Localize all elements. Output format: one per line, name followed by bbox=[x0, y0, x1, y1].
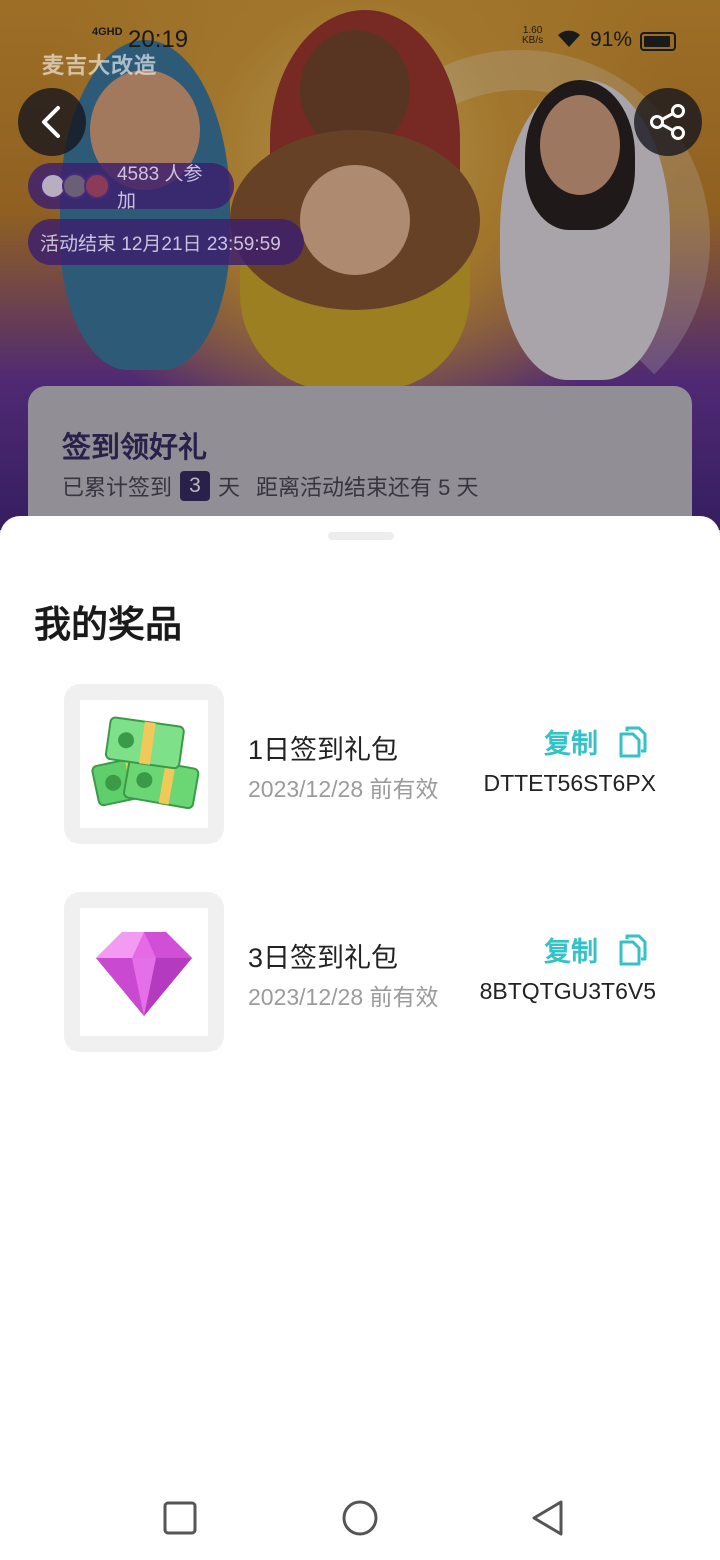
chevron-left-icon bbox=[42, 106, 60, 138]
brand-logo: 麦吉大改造 bbox=[42, 53, 158, 78]
prize-item: 1日签到礼包 2023/12/28 前有效 DTTET56ST6PX 复制 bbox=[64, 684, 664, 844]
back-button[interactable] bbox=[18, 88, 86, 156]
prize-expiry: 2023/12/28 前有效 bbox=[248, 984, 439, 1010]
participants-count: 4583 人参加 bbox=[116, 164, 203, 212]
prize-thumbnail bbox=[64, 684, 224, 844]
prize-expiry: 2023/12/28 前有效 bbox=[248, 776, 439, 802]
screen: 签到领好礼 已累计签到 3 天 距离活动结束还有 5 天 4GHD 20:19 … bbox=[0, 0, 720, 1560]
prize-redeem-code: 8BTQTGU3T6V5 bbox=[479, 978, 656, 1004]
battery-percentage: 91% bbox=[590, 28, 633, 51]
copy-icon bbox=[619, 934, 647, 965]
gem-icon bbox=[96, 932, 192, 1016]
prize-name: 1日签到礼包 bbox=[248, 735, 399, 765]
activity-end-badge: 活动结束 12月21日 23:59:59 bbox=[28, 219, 304, 265]
copy-icon bbox=[619, 726, 647, 757]
sheet-drag-handle[interactable] bbox=[328, 532, 394, 540]
prize-redeem-code: DTTET56ST6PX bbox=[483, 770, 656, 796]
network-indicator: 4GHD bbox=[92, 26, 123, 38]
cash-stack-icon bbox=[91, 716, 200, 810]
system-navigation-bar bbox=[0, 1484, 720, 1560]
copy-label: 复制 bbox=[544, 937, 598, 967]
battery-icon bbox=[640, 32, 676, 51]
participant-avatars bbox=[40, 173, 110, 199]
prize-name: 3日签到礼包 bbox=[248, 943, 399, 973]
system-back-button[interactable] bbox=[528, 1498, 568, 1538]
participants-badge: 4583 人参加 bbox=[28, 163, 234, 212]
avatar bbox=[84, 173, 110, 199]
recent-apps-button[interactable] bbox=[160, 1498, 200, 1538]
share-button[interactable] bbox=[634, 88, 702, 156]
copy-code-button[interactable]: 复制 bbox=[544, 930, 648, 969]
network-speed-unit: KB/s bbox=[522, 35, 544, 46]
prize-item: 3日签到礼包 2023/12/28 前有效 8BTQTGU3T6V5 复制 bbox=[64, 892, 664, 1052]
copy-code-button[interactable]: 复制 bbox=[544, 722, 648, 761]
home-button[interactable] bbox=[340, 1498, 380, 1538]
prize-thumbnail bbox=[64, 892, 224, 1052]
sheet-title: 我的奖品 bbox=[34, 604, 182, 645]
network-speed: 1.60 KB/s bbox=[522, 26, 543, 46]
wifi-icon bbox=[556, 27, 582, 55]
activity-end-time: 活动结束 12月21日 23:59:59 bbox=[40, 233, 281, 255]
copy-label: 复制 bbox=[544, 729, 598, 759]
prizes-bottom-sheet: 我的奖品 1日签到礼包 2023/12/28 前有效 DTTET56ST6PX … bbox=[0, 516, 720, 1560]
share-icon bbox=[650, 104, 685, 140]
